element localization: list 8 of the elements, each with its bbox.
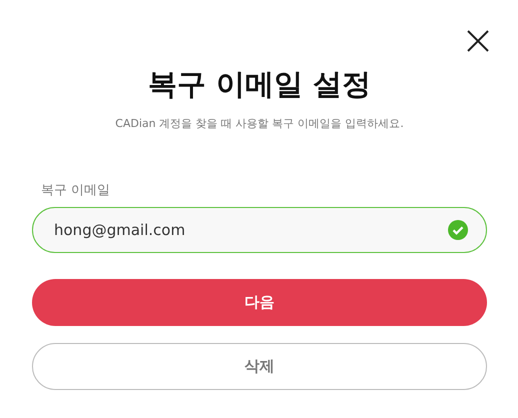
dialog-title: 복구 이메일 설정 [146, 66, 372, 103]
delete-button[interactable]: 삭제 [32, 343, 487, 390]
field-label: 복구 이메일 [41, 182, 112, 199]
dialog-subtitle: CADian 계정을 찾을 때 사용할 복구 이메일을 입력하세요. [114, 116, 405, 131]
check-icon [448, 220, 468, 240]
close-icon[interactable] [467, 30, 489, 52]
email-field[interactable]: hong@gmail.com [32, 207, 487, 253]
next-button[interactable]: 다음 [32, 279, 487, 326]
